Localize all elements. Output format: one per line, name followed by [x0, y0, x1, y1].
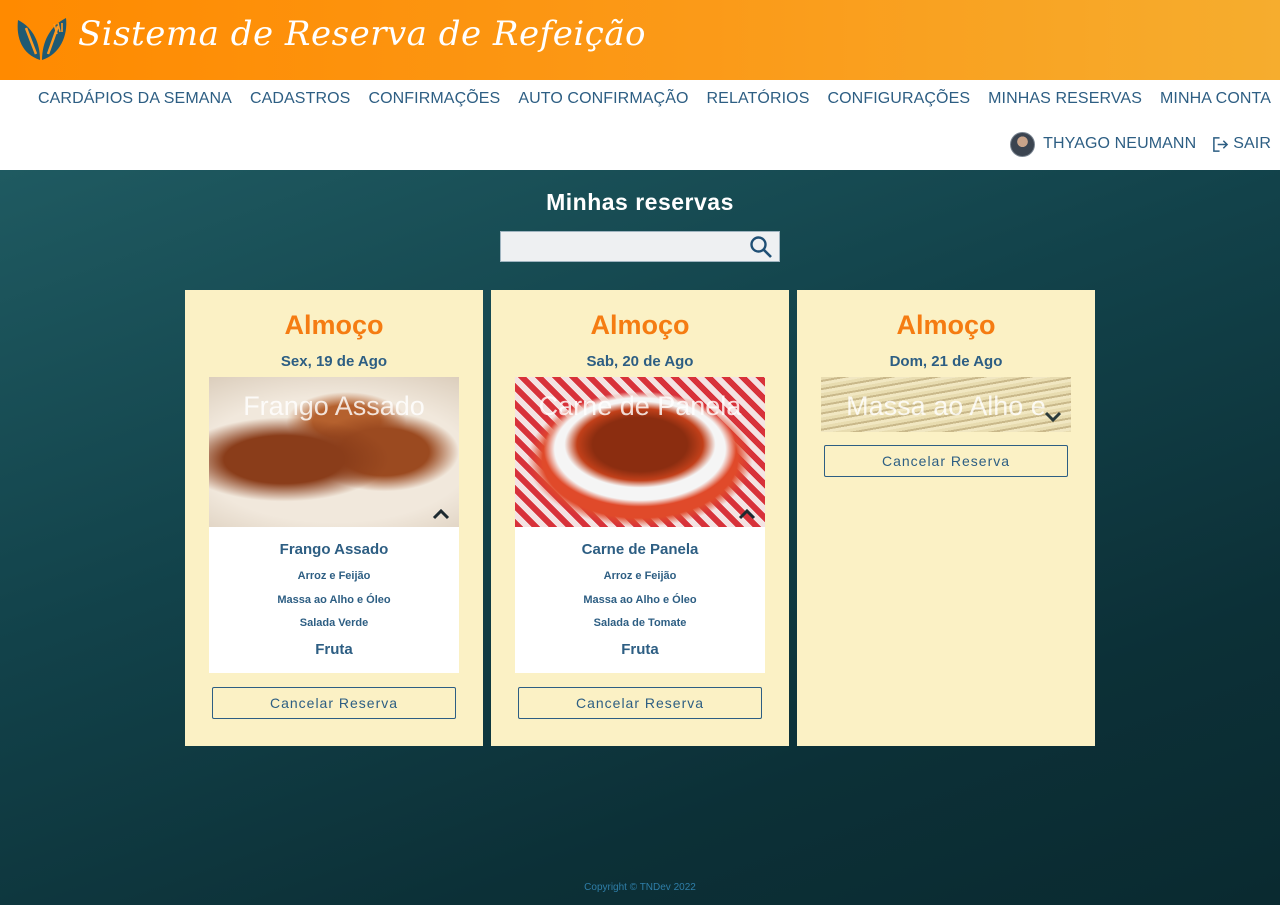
side-dish: Arroz e Feijão — [603, 570, 677, 582]
side-dish: Massa ao Alho e Óleo — [583, 594, 697, 606]
main-dish: Frango Assado — [279, 541, 389, 558]
meal-type: Almoço — [590, 310, 690, 340]
nav-item-my-account[interactable]: MINHA CONTA — [1160, 90, 1271, 108]
side-dish: Massa ao Alho e Óleo — [277, 594, 391, 606]
dish-photo[interactable]: Massa ao Alho e — [821, 377, 1071, 432]
dessert: Fruta — [315, 641, 353, 658]
reservation-date: Sex, 19 de Ago — [280, 353, 388, 370]
side-dish: Salada Verde — [299, 617, 369, 629]
nav-item-auto-confirmation[interactable]: AUTO CONFIRMAÇÃO — [518, 90, 688, 108]
avatar[interactable] — [1010, 131, 1036, 157]
photo-caption: Frango Assado — [243, 391, 425, 421]
chevron-down-icon[interactable] — [1044, 410, 1062, 422]
cancel-reservation-button[interactable]: Cancelar Reserva — [212, 687, 456, 719]
reservation-date: Sab, 20 de Ago — [586, 353, 694, 370]
meal-type: Almoço — [896, 310, 996, 340]
app-title: Sistema de Reserva de Refeição — [78, 14, 647, 54]
nav-item-confirmations[interactable]: CONFIRMAÇÕES — [368, 90, 500, 108]
footer-copyright: Copyright © TNDev 2022 — [584, 882, 696, 893]
reservation-card: Almoço Sex, 19 de Ago Frango Assado Fran… — [185, 290, 483, 746]
menu-details: Frango Assado Arroz e Feijão Massa ao Al… — [209, 527, 459, 673]
nav-item-my-reservations[interactable]: MINHAS RESERVAS — [988, 90, 1142, 108]
dish-photo[interactable]: Frango Assado — [209, 377, 459, 527]
page-title: Minhas reservas — [546, 189, 734, 215]
app-header: Sistema de Reserva de Refeição — [0, 0, 1280, 80]
user-name[interactable]: THYAGO NEUMANN — [1043, 135, 1196, 153]
photo-caption: Carne de Panela — [538, 391, 742, 421]
reservation-date: Dom, 21 de Ago — [889, 353, 1003, 370]
logout-icon — [1213, 136, 1229, 152]
dish-photo[interactable]: Carne de Panela — [515, 377, 765, 527]
cancel-reservation-button[interactable]: Cancelar Reserva — [824, 445, 1068, 477]
main-dish: Carne de Panela — [581, 541, 699, 558]
nav-item-registrations[interactable]: CADASTROS — [250, 90, 350, 108]
menu-details: Carne de Panela Arroz e Feijão Massa ao … — [515, 527, 765, 673]
side-dish: Salada de Tomate — [593, 617, 687, 629]
search-bar — [500, 231, 780, 262]
main-content: Minhas reservas Almoço Sex, 19 de Ago Fr… — [0, 170, 1280, 905]
dessert: Fruta — [621, 641, 659, 658]
chevron-up-icon[interactable] — [432, 508, 450, 520]
logout-label: SAIR — [1233, 135, 1271, 152]
reservation-card: Almoço Dom, 21 de Ago Massa ao Alho e Ca… — [797, 290, 1095, 746]
meal-type: Almoço — [284, 310, 384, 340]
nav-item-settings[interactable]: CONFIGURAÇÕES — [827, 90, 970, 108]
nav-item-reports[interactable]: RELATÓRIOS — [707, 90, 810, 108]
chevron-up-icon[interactable] — [738, 508, 756, 520]
leaf-utensils-icon[interactable] — [14, 14, 70, 64]
cancel-reservation-button[interactable]: Cancelar Reserva — [518, 687, 762, 719]
search-input[interactable] — [501, 232, 741, 261]
side-dish: Arroz e Feijão — [297, 570, 371, 582]
nav-item-weekly-menus[interactable]: CARDÁPIOS DA SEMANA — [38, 90, 232, 108]
logout-button[interactable]: SAIR — [1212, 135, 1271, 153]
reservation-card: Almoço Sab, 20 de Ago Carne de Panela Ca… — [491, 290, 789, 746]
user-menu: THYAGO NEUMANN SAIR — [1010, 131, 1271, 157]
nav-menu: CARDÁPIOS DA SEMANA CADASTROS CONFIRMAÇÕ… — [38, 88, 1271, 110]
photo-caption: Massa ao Alho e — [846, 391, 1046, 421]
search-icon[interactable] — [749, 235, 773, 259]
main-navigation: CARDÁPIOS DA SEMANA CADASTROS CONFIRMAÇÕ… — [0, 80, 1280, 170]
